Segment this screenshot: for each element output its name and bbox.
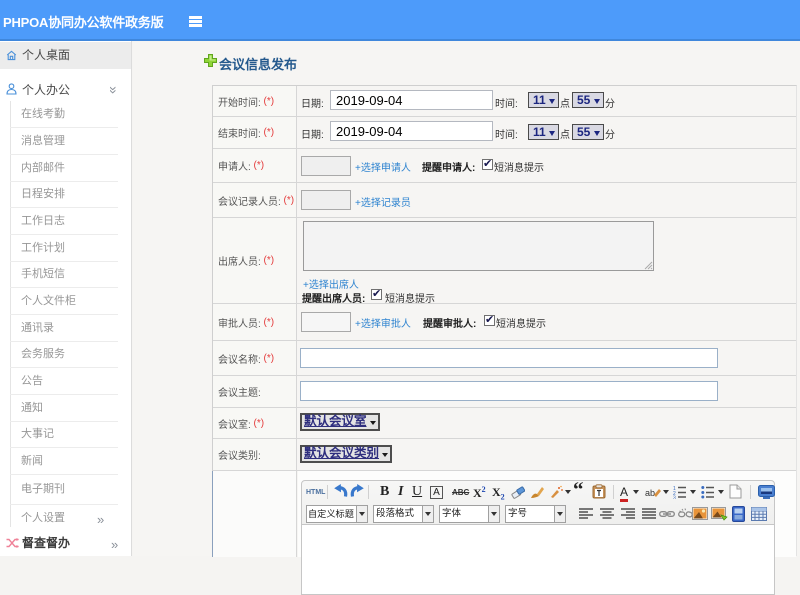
svg-text:ab: ab (645, 488, 655, 498)
svg-text:3: 3 (673, 496, 676, 500)
